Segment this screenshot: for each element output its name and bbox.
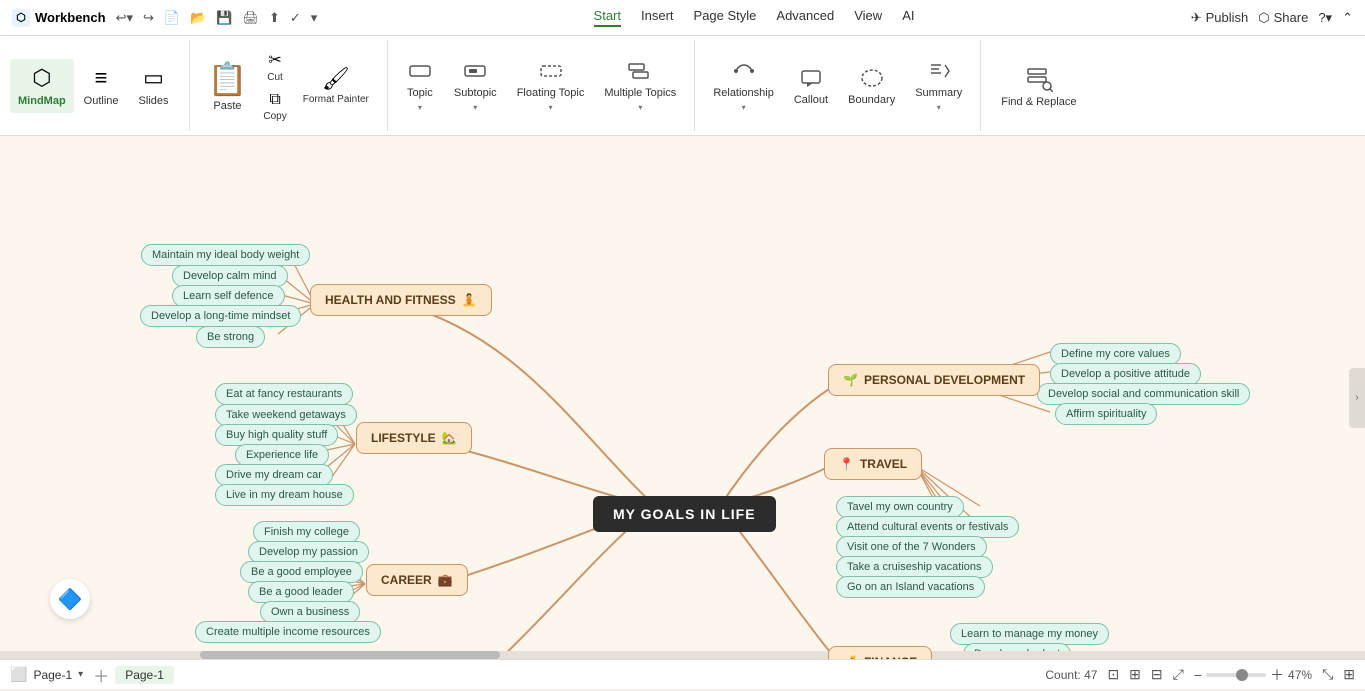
add-page-btn[interactable]: ＋ — [93, 663, 109, 687]
chip-career-5[interactable]: Own a business — [260, 601, 360, 623]
zoom-in-btn[interactable]: ＋ — [1270, 665, 1284, 685]
topic-group: Topic ▾ Subtopic ▾ Floating Topic ▾ Mult… — [388, 40, 695, 131]
chip-finance-1[interactable]: Learn to manage my money — [950, 623, 1109, 645]
zoom-out-btn[interactable]: − — [1194, 667, 1202, 683]
chip-health-1[interactable]: Maintain my ideal body weight — [141, 244, 310, 266]
menu-insert[interactable]: Insert — [641, 8, 674, 27]
career-node[interactable]: CAREER 💼 — [366, 564, 468, 596]
paste-btn[interactable]: 📋 Paste — [200, 56, 256, 116]
find-replace-btn[interactable]: Find & Replace — [991, 58, 1086, 114]
zoom-level: 47% — [1288, 668, 1312, 682]
health-node[interactable]: HEALTH AND FITNESS 🧘 — [310, 284, 492, 316]
help-btn[interactable]: ?▾ — [1318, 10, 1332, 26]
chip-career-4[interactable]: Be a good leader — [248, 581, 354, 603]
chip-life-3[interactable]: Buy high quality stuff — [215, 424, 338, 446]
multiple-topics-btn[interactable]: Multiple Topics ▾ — [596, 53, 684, 118]
top-bar: ⬡ Workbench ↩▾ ↪ 📄 📂 💾 🖨 ⬆ ✓ ▾ Start Ins… — [0, 0, 1365, 36]
slides-btn[interactable]: ▭ Slides — [129, 59, 179, 113]
subtopic-btn[interactable]: Subtopic ▾ — [446, 53, 505, 118]
topic-btn[interactable]: Topic ▾ — [398, 53, 442, 118]
menu-view[interactable]: View — [854, 8, 882, 27]
zoom-slider[interactable] — [1206, 673, 1266, 677]
chip-travel-5[interactable]: Go on an Island vacations — [836, 576, 985, 598]
cut-btn[interactable]: ✂ Cut — [257, 47, 292, 86]
page-view-icon[interactable]: ⬜ — [10, 666, 27, 683]
chip-career-3[interactable]: Be a good employee — [240, 561, 363, 583]
view-group: ⬡ MindMap ≡ Outline ▭ Slides — [0, 40, 190, 131]
floating-topic-btn[interactable]: Floating Topic ▾ — [509, 53, 593, 118]
chip-life-2[interactable]: Take weekend getaways — [215, 404, 357, 426]
print-btn[interactable]: 🖨 — [242, 10, 259, 26]
lifestyle-node[interactable]: LIFESTYLE 🏡 — [356, 422, 472, 454]
grid-btn[interactable]: ⊞ — [1343, 666, 1355, 683]
scrollbar-thumb[interactable] — [200, 651, 500, 659]
chip-career-1[interactable]: Finish my college — [253, 521, 360, 543]
chip-career-2[interactable]: Develop my passion — [248, 541, 369, 563]
horizontal-scrollbar[interactable] — [0, 651, 1365, 659]
chip-personal-3[interactable]: Develop social and communication skill — [1037, 383, 1250, 405]
app-watermark: 🔷 — [50, 579, 90, 619]
chip-life-1[interactable]: Eat at fancy restaurants — [215, 383, 353, 405]
bottom-bar: ⬜ Page-1 ▾ ＋ Page-1 Count: 47 ⊡ ⊞ ⊟ ⤢ − … — [0, 659, 1365, 689]
export-btn[interactable]: ⬆ — [269, 10, 280, 26]
app-logo: ⬡ Workbench — [12, 9, 106, 27]
summary-btn[interactable]: Summary ▾ — [907, 53, 970, 118]
chip-travel-4[interactable]: Take a cruiseship vacations — [836, 556, 993, 578]
outline-btn[interactable]: ≡ Outline — [76, 59, 127, 113]
save-btn[interactable]: 💾 — [216, 10, 232, 26]
chip-career-6[interactable]: Create multiple income resources — [195, 621, 381, 643]
canvas: MY GOALS IN LIFE HEALTH AND FITNESS 🧘 LI… — [0, 136, 1365, 659]
fit-page-btn[interactable]: ⊡ — [1107, 666, 1119, 683]
finance-node[interactable]: 💰 FINANCE — [828, 646, 932, 659]
chip-personal-4[interactable]: Affirm spirituality — [1055, 403, 1157, 425]
personal-dev-node[interactable]: 🌱 PERSONAL DEVELOPMENT — [828, 364, 1040, 396]
chip-travel-1[interactable]: Tavel my own country — [836, 496, 964, 518]
chip-life-6[interactable]: Live in my dream house — [215, 484, 354, 506]
mindmap-btn[interactable]: ⬡ MindMap — [10, 59, 74, 113]
callout-btn[interactable]: Callout — [786, 60, 836, 112]
menu-pagestyle[interactable]: Page Style — [694, 8, 757, 27]
fullscreen-expand-btn[interactable]: ⤡ — [1322, 666, 1333, 683]
chip-personal-2[interactable]: Develop a positive attitude — [1050, 363, 1201, 385]
new-doc-btn[interactable]: 📄 — [164, 10, 180, 26]
chip-health-5[interactable]: Be strong — [196, 326, 265, 348]
chip-personal-1[interactable]: Define my core values — [1050, 343, 1181, 365]
relationship-btn[interactable]: Relationship ▾ — [705, 53, 782, 118]
share-btn[interactable]: ⬡Share — [1258, 10, 1308, 26]
menu-start[interactable]: Start — [594, 8, 621, 27]
boundary-btn[interactable]: Boundary — [840, 60, 903, 112]
checkmark-btn[interactable]: ✓ — [290, 10, 301, 26]
chip-health-2[interactable]: Develop calm mind — [172, 265, 288, 287]
center-node[interactable]: MY GOALS IN LIFE — [593, 496, 776, 532]
menu-advanced[interactable]: Advanced — [776, 8, 834, 27]
more-btn[interactable]: ▾ — [311, 10, 318, 26]
copy-btn[interactable]: ⧉ Copy — [257, 88, 292, 125]
actual-size-btn[interactable]: ⊞ — [1129, 666, 1141, 683]
chip-travel-3[interactable]: Visit one of the 7 Wonders — [836, 536, 987, 558]
chip-travel-2[interactable]: Attend cultural events or festivals — [836, 516, 1019, 538]
chip-life-4[interactable]: Experience life — [235, 444, 329, 466]
chip-health-4[interactable]: Develop a long-time mindset — [140, 305, 301, 327]
relationship-group: Relationship ▾ Callout Boundary Summary … — [695, 40, 981, 131]
travel-node[interactable]: 📍 TRAVEL — [824, 448, 922, 480]
current-page-tab[interactable]: Page-1 — [115, 666, 174, 684]
menu-ai[interactable]: AI — [902, 8, 914, 27]
search-group: Find & Replace — [981, 40, 1096, 131]
chip-health-3[interactable]: Learn self defence — [172, 285, 285, 307]
chip-life-5[interactable]: Drive my dream car — [215, 464, 333, 486]
publish-btn[interactable]: ✈Publish — [1191, 10, 1249, 26]
page-label-dropdown[interactable]: ▾ — [78, 669, 83, 680]
collapse-btn[interactable]: ⌃ — [1342, 10, 1353, 26]
open-btn[interactable]: 📂 — [190, 10, 206, 26]
redo-btn[interactable]: ↪ — [143, 10, 154, 26]
format-painter-btn[interactable]: 🖌 Format Painter — [295, 62, 377, 109]
toolbar: ⬡ MindMap ≡ Outline ▭ Slides 📋 Paste ✂ C… — [0, 36, 1365, 136]
count-label: Count: 47 — [1045, 668, 1097, 682]
fullscreen-btn[interactable]: ⤢ — [1173, 666, 1184, 683]
undo-btn[interactable]: ↩▾ — [116, 10, 133, 26]
fit-width-btn[interactable]: ⊟ — [1151, 666, 1163, 683]
page-label[interactable]: Page-1 — [33, 668, 72, 682]
sidebar-toggle[interactable]: › — [1349, 368, 1365, 428]
clipboard-group: 📋 Paste ✂ Cut ⧉ Copy 🖌 Format Painter — [190, 40, 388, 131]
